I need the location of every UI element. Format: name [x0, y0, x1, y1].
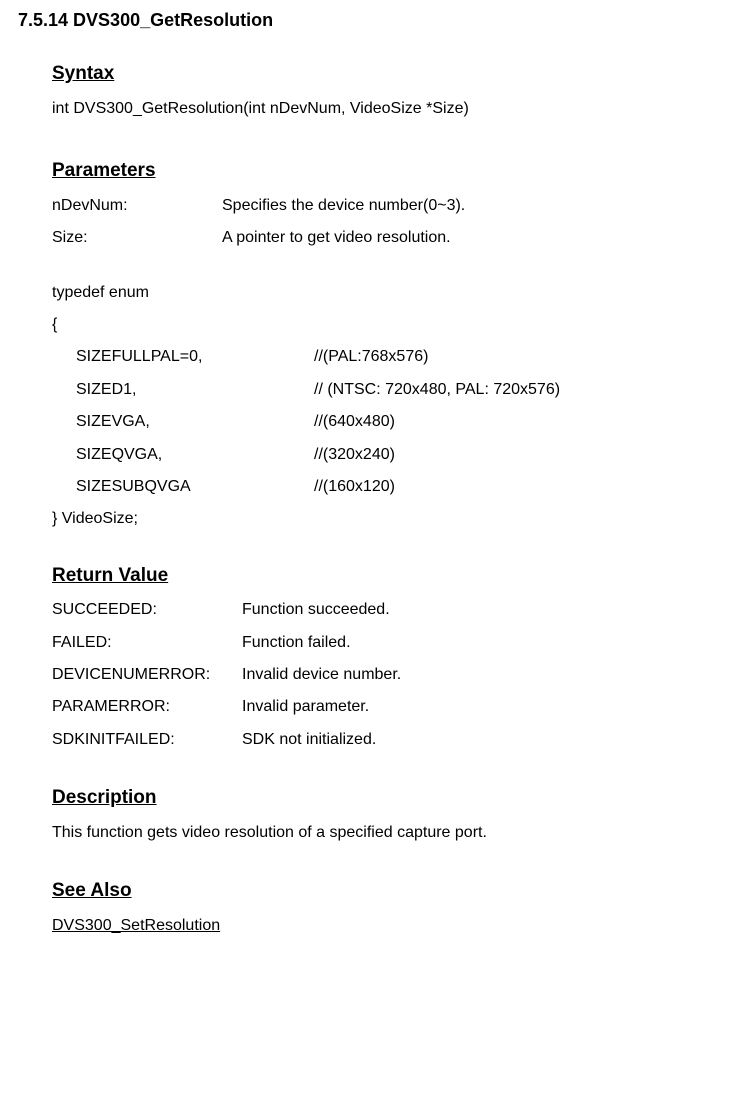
syntax-heading: Syntax	[52, 61, 744, 88]
enum-block: typedef enum { SIZEFULLPAL=0, //(PAL:768…	[52, 282, 744, 531]
return-value-block: SUCCEEDED: Function succeeded. FAILED: F…	[52, 599, 744, 751]
enum-item-name: SIZED1,	[76, 379, 314, 401]
enum-item: SIZEVGA, //(640x480)	[52, 411, 744, 433]
enum-typedef: typedef enum	[52, 282, 744, 304]
enum-item: SIZESUBQVGA //(160x120)	[52, 476, 744, 498]
syntax-text: int DVS300_GetResolution(int nDevNum, Vi…	[52, 98, 744, 120]
return-name: PARAMERROR:	[52, 696, 242, 718]
enum-item: SIZEFULLPAL=0, //(PAL:768x576)	[52, 346, 744, 368]
description-heading: Description	[52, 785, 744, 812]
return-desc: Function failed.	[242, 632, 744, 654]
return-name: SDKINITFAILED:	[52, 729, 242, 751]
content-area: Syntax int DVS300_GetResolution(int nDev…	[18, 61, 744, 937]
parameters-heading: Parameters	[52, 158, 744, 185]
enum-close: } VideoSize;	[52, 508, 744, 530]
enum-item-name: SIZEFULLPAL=0,	[76, 346, 314, 368]
enum-item-name: SIZESUBQVGA	[76, 476, 314, 498]
enum-open-brace: {	[52, 314, 744, 336]
param-name: nDevNum:	[52, 195, 222, 217]
param-desc: Specifies the device number(0~3).	[222, 195, 744, 217]
return-row: DEVICENUMERROR: Invalid device number.	[52, 664, 744, 686]
return-name: FAILED:	[52, 632, 242, 654]
return-row: FAILED: Function failed.	[52, 632, 744, 654]
return-value-heading: Return Value	[52, 563, 744, 590]
see-also-link[interactable]: DVS300_SetResolution	[52, 917, 220, 934]
enum-item-comment: // (NTSC: 720x480, PAL: 720x576)	[314, 379, 744, 401]
enum-item: SIZEQVGA, //(320x240)	[52, 444, 744, 466]
return-name: DEVICENUMERROR:	[52, 664, 242, 686]
param-row: nDevNum: Specifies the device number(0~3…	[52, 195, 744, 217]
return-desc: Function succeeded.	[242, 599, 744, 621]
enum-item-name: SIZEQVGA,	[76, 444, 314, 466]
enum-item: SIZED1, // (NTSC: 720x480, PAL: 720x576)	[52, 379, 744, 401]
return-row: SDKINITFAILED: SDK not initialized.	[52, 729, 744, 751]
enum-item-comment: //(PAL:768x576)	[314, 346, 744, 368]
description-text: This function gets video resolution of a…	[52, 822, 744, 844]
return-row: PARAMERROR: Invalid parameter.	[52, 696, 744, 718]
return-desc: SDK not initialized.	[242, 729, 744, 751]
return-desc: Invalid device number.	[242, 664, 744, 686]
param-row: Size: A pointer to get video resolution.	[52, 227, 744, 249]
return-name: SUCCEEDED:	[52, 599, 242, 621]
enum-item-name: SIZEVGA,	[76, 411, 314, 433]
see-also-row: DVS300_SetResolution	[52, 915, 744, 937]
enum-item-comment: //(160x120)	[314, 476, 744, 498]
return-desc: Invalid parameter.	[242, 696, 744, 718]
param-name: Size:	[52, 227, 222, 249]
page-title: 7.5.14 DVS300_GetResolution	[18, 8, 744, 33]
enum-item-comment: //(640x480)	[314, 411, 744, 433]
enum-item-comment: //(320x240)	[314, 444, 744, 466]
return-row: SUCCEEDED: Function succeeded.	[52, 599, 744, 621]
param-desc: A pointer to get video resolution.	[222, 227, 744, 249]
parameters-block: nDevNum: Specifies the device number(0~3…	[52, 195, 744, 250]
see-also-heading: See Also	[52, 878, 744, 905]
